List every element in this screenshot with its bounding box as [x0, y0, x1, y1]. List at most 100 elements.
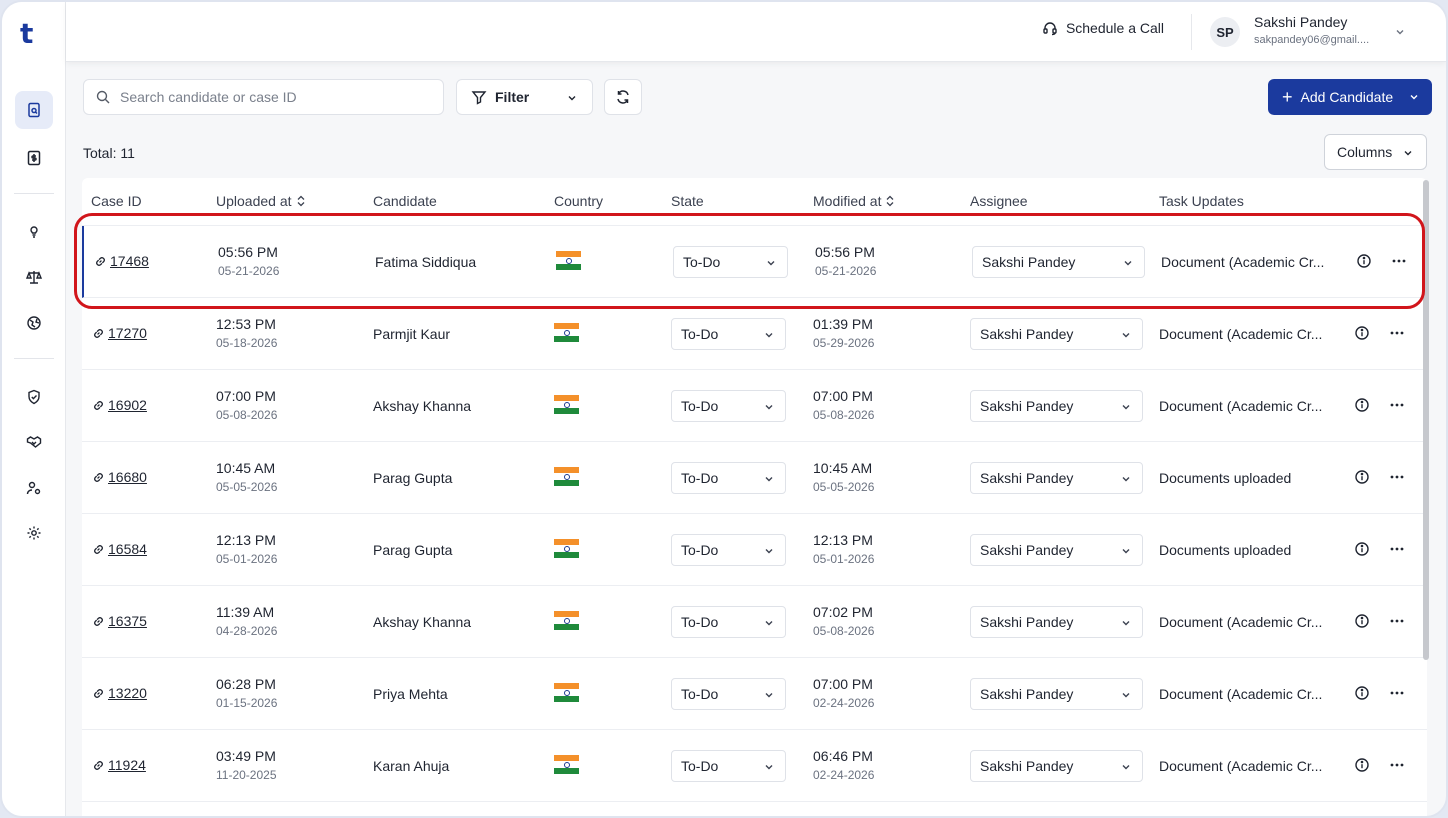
modified-time: 07:00 PM	[813, 676, 873, 692]
case-id-link[interactable]: 16680	[91, 469, 147, 485]
scales-icon[interactable]	[15, 258, 53, 296]
filter-label: Filter	[495, 89, 530, 105]
uploaded-time: 06:28 PM	[216, 676, 276, 692]
info-icon[interactable]	[1354, 685, 1370, 701]
user-settings-icon[interactable]	[15, 469, 53, 507]
info-icon[interactable]	[1354, 613, 1370, 629]
topbar-divider	[1191, 14, 1192, 50]
avatar[interactable]: SP	[1210, 17, 1240, 47]
sidebar-divider	[14, 193, 54, 194]
assignee-select[interactable]: Sakshi Pandey	[970, 390, 1143, 422]
info-icon[interactable]	[1354, 541, 1370, 557]
table-row[interactable]: 16375 11:39 AM 04-28-2026 Akshay Khanna To-D…	[82, 586, 1427, 658]
columns-button[interactable]: Columns	[1324, 134, 1427, 170]
refresh-button[interactable]	[604, 79, 642, 115]
case-id-link[interactable]: 16902	[91, 397, 147, 413]
table-row[interactable]: 13220 06:28 PM 01-15-2026 Priya Mehta To-Do 0…	[82, 658, 1427, 730]
more-options-icon[interactable]	[1390, 763, 1404, 767]
more-options-icon[interactable]	[1392, 259, 1406, 263]
case-id-link[interactable]: 17468	[93, 253, 149, 269]
chevron-down-icon	[767, 261, 775, 266]
sort-icon[interactable]	[296, 195, 306, 207]
info-icon[interactable]	[1354, 325, 1370, 341]
more-options-icon[interactable]	[1390, 331, 1404, 335]
schedule-call-button[interactable]: Schedule a Call	[1042, 20, 1164, 36]
case-id-link[interactable]: 11924	[91, 757, 146, 773]
chevron-down-icon	[1410, 95, 1418, 100]
task-update: Documents uploaded	[1159, 542, 1292, 558]
modified-date: 05-01-2026	[813, 552, 875, 566]
table-row[interactable]: 17270 12:53 PM 05-18-2026 Parmjit Kaur To-Do…	[82, 298, 1427, 370]
india-flag-icon	[554, 395, 579, 415]
chevron-down-icon	[765, 693, 773, 698]
uploaded-time: 03:49 PM	[216, 748, 276, 764]
chevron-down-icon	[1122, 693, 1130, 698]
assignee-select[interactable]: Sakshi Pandey	[970, 750, 1143, 782]
state-select[interactable]: To-Do	[671, 318, 786, 350]
candidate-name: Priya Mehta	[373, 686, 448, 702]
chevron-down-icon[interactable]	[1394, 26, 1406, 38]
more-options-icon[interactable]	[1390, 403, 1404, 407]
table-row[interactable]: 16902 07:00 PM 05-08-2026 Akshay Khanna To-D…	[82, 370, 1427, 442]
add-candidate-button[interactable]: + Add Candidate	[1268, 79, 1432, 115]
gear-icon[interactable]	[15, 514, 53, 552]
globe-icon[interactable]	[15, 304, 53, 342]
chevron-down-icon	[1122, 405, 1130, 410]
table-row[interactable]: 16584 12:13 PM 05-01-2026 Parag Gupta To-Do 1…	[82, 514, 1427, 586]
handshake-icon[interactable]	[15, 423, 53, 461]
state-select[interactable]: To-Do	[671, 750, 786, 782]
assignee-select[interactable]: Sakshi Pandey	[970, 534, 1143, 566]
filter-button[interactable]: Filter	[456, 79, 593, 115]
info-icon[interactable]	[1354, 397, 1370, 413]
state-select[interactable]: To-Do	[673, 246, 788, 278]
case-id-link[interactable]: 17270	[91, 325, 147, 341]
user-name[interactable]: Sakshi Pandey	[1254, 14, 1347, 30]
state-select[interactable]: To-Do	[671, 534, 786, 566]
assignee-select[interactable]: Sakshi Pandey	[970, 678, 1143, 710]
sort-icon[interactable]	[885, 195, 895, 207]
search-input[interactable]	[120, 89, 420, 105]
chevron-down-icon	[1124, 261, 1132, 266]
table-row[interactable]: 17468 05:56 PM 05-21-2026 Fatima Siddiqua To…	[82, 226, 1427, 298]
table-row[interactable]: 11924 03:49 PM 11-20-2025 Karan Ahuja To-Do 0…	[82, 730, 1427, 802]
search-box[interactable]	[83, 79, 444, 115]
uploaded-time: 10:45 AM	[216, 460, 276, 476]
case-id-link[interactable]: 16375	[91, 613, 147, 629]
header-modified-at[interactable]: Modified at	[813, 193, 895, 209]
case-id-link[interactable]: 13220	[91, 685, 147, 701]
assignee-select[interactable]: Sakshi Pandey	[970, 318, 1143, 350]
modified-time: 05:56 PM	[815, 244, 875, 260]
chevron-down-icon	[1404, 151, 1412, 156]
chevron-down-icon	[765, 621, 773, 626]
state-select[interactable]: To-Do	[671, 462, 786, 494]
more-options-icon[interactable]	[1390, 547, 1404, 551]
info-icon[interactable]	[1356, 253, 1372, 269]
header-uploaded-at[interactable]: Uploaded at	[216, 193, 306, 209]
lightbulb-icon[interactable]	[15, 212, 53, 250]
chevron-down-icon	[1122, 477, 1130, 482]
india-flag-icon	[554, 539, 579, 559]
table-row[interactable]: 16680 10:45 AM 05-05-2026 Parag Gupta To-Do 1…	[82, 442, 1427, 514]
more-options-icon[interactable]	[1390, 619, 1404, 623]
scrollbar[interactable]	[1423, 180, 1429, 660]
assignee-select[interactable]: Sakshi Pandey	[970, 462, 1143, 494]
state-select[interactable]: To-Do	[671, 390, 786, 422]
refresh-icon	[617, 90, 629, 104]
case-id-link[interactable]: 16584	[91, 541, 147, 557]
state-select[interactable]: To-Do	[671, 678, 786, 710]
assignee-select[interactable]: Sakshi Pandey	[972, 246, 1145, 278]
more-options-icon[interactable]	[1390, 475, 1404, 479]
dollar-document-icon[interactable]	[15, 139, 53, 177]
info-icon[interactable]	[1354, 757, 1370, 773]
candidate-name: Akshay Khanna	[373, 398, 472, 414]
shield-check-icon[interactable]	[15, 378, 53, 416]
document-search-icon[interactable]	[15, 91, 53, 129]
india-flag-icon	[554, 683, 579, 703]
app-logo[interactable]: t	[20, 20, 46, 50]
link-icon	[96, 256, 105, 266]
more-options-icon[interactable]	[1390, 691, 1404, 695]
assignee-select[interactable]: Sakshi Pandey	[970, 606, 1143, 638]
state-select[interactable]: To-Do	[671, 606, 786, 638]
info-icon[interactable]	[1354, 469, 1370, 485]
uploaded-date: 05-01-2026	[216, 552, 278, 566]
